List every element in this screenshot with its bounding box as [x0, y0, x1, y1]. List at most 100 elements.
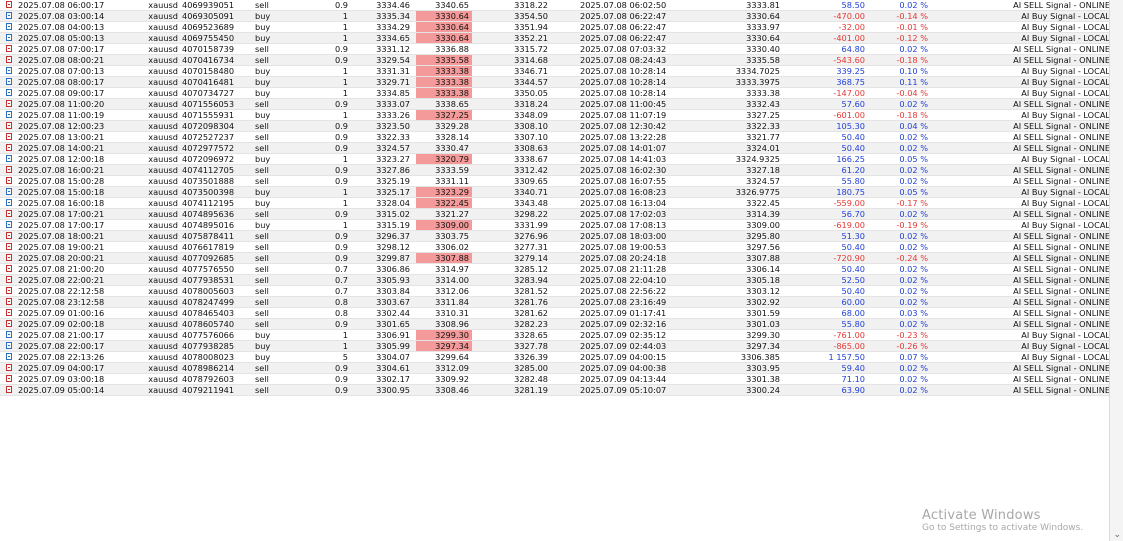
- open-price-cell: 3299.87: [376, 253, 410, 263]
- change-percent-cell: 0.02 %: [899, 132, 928, 142]
- table-row[interactable]: 2025.07.08 14:00:21 xauusd 4072977572 sell 0…: [0, 143, 1123, 154]
- table-row[interactable]: 2025.07.08 22:00:21 xauusd 4077938531 sell 0…: [0, 275, 1123, 286]
- table-row[interactable]: 2025.07.08 21:00:20 xauusd 4077576550 sell 0…: [0, 264, 1123, 275]
- volume-cell: 1: [342, 198, 348, 208]
- stop-loss-cell: 3331.11: [435, 176, 469, 186]
- table-row[interactable]: 2025.07.08 22:12:58 xauusd 4078005603 sell 0…: [0, 286, 1123, 297]
- table-row[interactable]: 2025.07.08 12:00:23 xauusd 4072098304 sell 0…: [0, 121, 1123, 132]
- table-row[interactable]: 2025.07.08 20:00:21 xauusd 4077092685 sell 0…: [0, 253, 1123, 264]
- volume-cell: 0.9: [334, 374, 348, 384]
- volume-cell: 0.7: [334, 286, 348, 296]
- table-row[interactable]: 2025.07.08 11:00:20 xauusd 4071556053 sell 0…: [0, 99, 1123, 110]
- close-time-cell: 2025.07.08 22:04:10: [580, 275, 667, 285]
- table-row[interactable]: 2025.07.08 23:12:58 xauusd 4078247499 sell 0…: [0, 297, 1123, 308]
- open-price-cell: 3329.54: [376, 55, 410, 65]
- take-profit-cell: 3285.12: [514, 264, 548, 274]
- open-price-cell: 3323.50: [376, 121, 410, 131]
- change-percent-cell: 0.10 %: [899, 66, 928, 76]
- take-profit-cell: 3282.48: [514, 374, 548, 384]
- stop-loss-cell: 3330.64: [416, 22, 472, 32]
- open-price-cell: 3329.71: [376, 77, 410, 87]
- close-time-cell: 2025.07.08 08:24:43: [580, 55, 667, 65]
- take-profit-cell: 3279.14: [514, 253, 548, 263]
- profit-cell: 68.00: [841, 308, 865, 318]
- sell-deal-icon: [5, 99, 14, 109]
- table-row[interactable]: 2025.07.09 03:00:18 xauusd 4078792603 sell 0…: [0, 374, 1123, 385]
- sell-deal-icon: [5, 209, 14, 219]
- table-row[interactable]: 2025.07.08 03:00:14 xauusd 4069305091 buy 1 3…: [0, 11, 1123, 22]
- table-row[interactable]: 2025.07.08 16:00:21 xauusd 4074112705 sell 0…: [0, 165, 1123, 176]
- table-row[interactable]: 2025.07.08 18:00:21 xauusd 4075878411 sell 0…: [0, 231, 1123, 242]
- volume-cell: 0.7: [334, 264, 348, 274]
- scroll-down-arrow-icon[interactable]: ⌄: [1113, 530, 1121, 540]
- table-row[interactable]: 2025.07.08 21:00:17 xauusd 4077576066 buy 1 3…: [0, 330, 1123, 341]
- table-row[interactable]: 2025.07.08 05:00:13 xauusd 4069755450 buy 1 3…: [0, 33, 1123, 44]
- table-row[interactable]: 2025.07.09 05:00:14 xauusd 4079211941 sell 0…: [0, 385, 1123, 396]
- table-row[interactable]: 2025.07.08 07:00:13 xauusd 4070158480 buy 1 3…: [0, 66, 1123, 77]
- open-time-cell: 2025.07.08 07:00:13: [18, 66, 105, 76]
- close-price-cell: 3324.9325: [735, 154, 780, 164]
- take-profit-cell: 3281.62: [514, 308, 548, 318]
- profit-cell: -470.00: [833, 11, 865, 21]
- open-time-cell: 2025.07.08 21:00:20: [18, 264, 105, 274]
- close-price-cell: 3300.24: [746, 385, 780, 395]
- change-percent-cell: 0.02 %: [899, 275, 928, 285]
- profit-cell: 50.40: [841, 264, 865, 274]
- table-row[interactable]: 2025.07.08 22:00:17 xauusd 4077938285 buy 1 3…: [0, 341, 1123, 352]
- open-time-cell: 2025.07.08 22:00:17: [18, 341, 105, 351]
- comment-cell: AI SELL Signal - ONLINE: [1013, 363, 1110, 373]
- table-row[interactable]: 2025.07.08 07:00:17 xauusd 4070158739 sell 0…: [0, 44, 1123, 55]
- table-row[interactable]: 2025.07.08 16:00:18 xauusd 4074112195 buy 1 3…: [0, 198, 1123, 209]
- table-row[interactable]: 2025.07.08 19:00:21 xauusd 4076617819 sell 0…: [0, 242, 1123, 253]
- profit-cell: 52.50: [841, 275, 865, 285]
- take-profit-cell: 3308.10: [514, 121, 548, 131]
- table-row[interactable]: 2025.07.08 08:00:17 xauusd 4070416481 buy 1 3…: [0, 77, 1123, 88]
- change-percent-cell: 0.03 %: [899, 308, 928, 318]
- volume-cell: 0.9: [334, 121, 348, 131]
- close-time-cell: 2025.07.08 16:13:04: [580, 198, 667, 208]
- table-row[interactable]: 2025.07.09 01:00:16 xauusd 4078465403 sell 0…: [0, 308, 1123, 319]
- table-row[interactable]: 2025.07.08 15:00:28 xauusd 4073501888 sell 0…: [0, 176, 1123, 187]
- close-price-cell: 3330.64: [746, 33, 780, 43]
- profit-cell: -865.00: [833, 341, 865, 351]
- comment-cell: AI SELL Signal - ONLINE: [1013, 55, 1110, 65]
- close-time-cell: 2025.07.08 14:01:07: [580, 143, 667, 153]
- open-time-cell: 2025.07.09 02:00:18: [18, 319, 105, 329]
- table-row[interactable]: 2025.07.08 06:00:17 xauusd 4069939051 sell 0…: [0, 0, 1123, 11]
- close-time-cell: 2025.07.08 10:28:14: [580, 88, 667, 98]
- ticket-cell: 4073500398: [182, 187, 235, 197]
- change-percent-cell: 0.11 %: [899, 77, 928, 87]
- open-time-cell: 2025.07.08 03:00:14: [18, 11, 105, 21]
- open-time-cell: 2025.07.08 11:00:19: [18, 110, 105, 120]
- table-row[interactable]: 2025.07.09 02:00:18 xauusd 4078605740 sell 0…: [0, 319, 1123, 330]
- buy-deal-icon: [5, 198, 14, 208]
- take-profit-cell: 3281.52: [514, 286, 548, 296]
- open-time-cell: 2025.07.08 23:12:58: [18, 297, 105, 307]
- volume-cell: 0.8: [334, 308, 348, 318]
- watermark-subtitle: Go to Settings to activate Windows.: [922, 523, 1084, 533]
- buy-deal-icon: [5, 330, 14, 340]
- table-row[interactable]: 2025.07.08 04:00:13 xauusd 4069523689 buy 1 3…: [0, 22, 1123, 33]
- volume-cell: 0.8: [334, 297, 348, 307]
- table-row[interactable]: 2025.07.08 15:00:18 xauusd 4073500398 buy 1 3…: [0, 187, 1123, 198]
- close-time-cell: 2025.07.08 16:08:23: [580, 187, 667, 197]
- open-time-cell: 2025.07.08 18:00:21: [18, 231, 105, 241]
- table-row[interactable]: 2025.07.08 22:13:26 xauusd 4078008023 buy 5 3…: [0, 352, 1123, 363]
- symbol-cell: xauusd: [148, 165, 178, 175]
- table-row[interactable]: 2025.07.08 09:00:17 xauusd 4070734727 buy 1 3…: [0, 88, 1123, 99]
- vertical-scrollbar[interactable]: ⌄: [1109, 0, 1123, 541]
- close-price-cell: 3297.34: [746, 341, 780, 351]
- sell-deal-icon: [5, 165, 14, 175]
- table-row[interactable]: 2025.07.09 04:00:17 xauusd 4078986214 sell 0…: [0, 363, 1123, 374]
- ticket-cell: 4072977572: [182, 143, 235, 153]
- comment-cell: AI Buy Signal - LOCAL: [1021, 220, 1110, 230]
- volume-cell: 1: [342, 33, 348, 43]
- table-row[interactable]: 2025.07.08 11:00:19 xauusd 4071555931 buy 1 3…: [0, 110, 1123, 121]
- comment-cell: AI Buy Signal - LOCAL: [1021, 33, 1110, 43]
- table-row[interactable]: 2025.07.08 17:00:17 xauusd 4074895016 buy 1 3…: [0, 220, 1123, 231]
- open-price-cell: 3315.19: [376, 220, 410, 230]
- table-row[interactable]: 2025.07.08 17:00:21 xauusd 4074895636 sell 0…: [0, 209, 1123, 220]
- table-row[interactable]: 2025.07.08 12:00:18 xauusd 4072096972 buy 1 3…: [0, 154, 1123, 165]
- table-row[interactable]: 2025.07.08 13:00:21 xauusd 4072527237 sell 0…: [0, 132, 1123, 143]
- table-row[interactable]: 2025.07.08 08:00:21 xauusd 4070416734 sell 0…: [0, 55, 1123, 66]
